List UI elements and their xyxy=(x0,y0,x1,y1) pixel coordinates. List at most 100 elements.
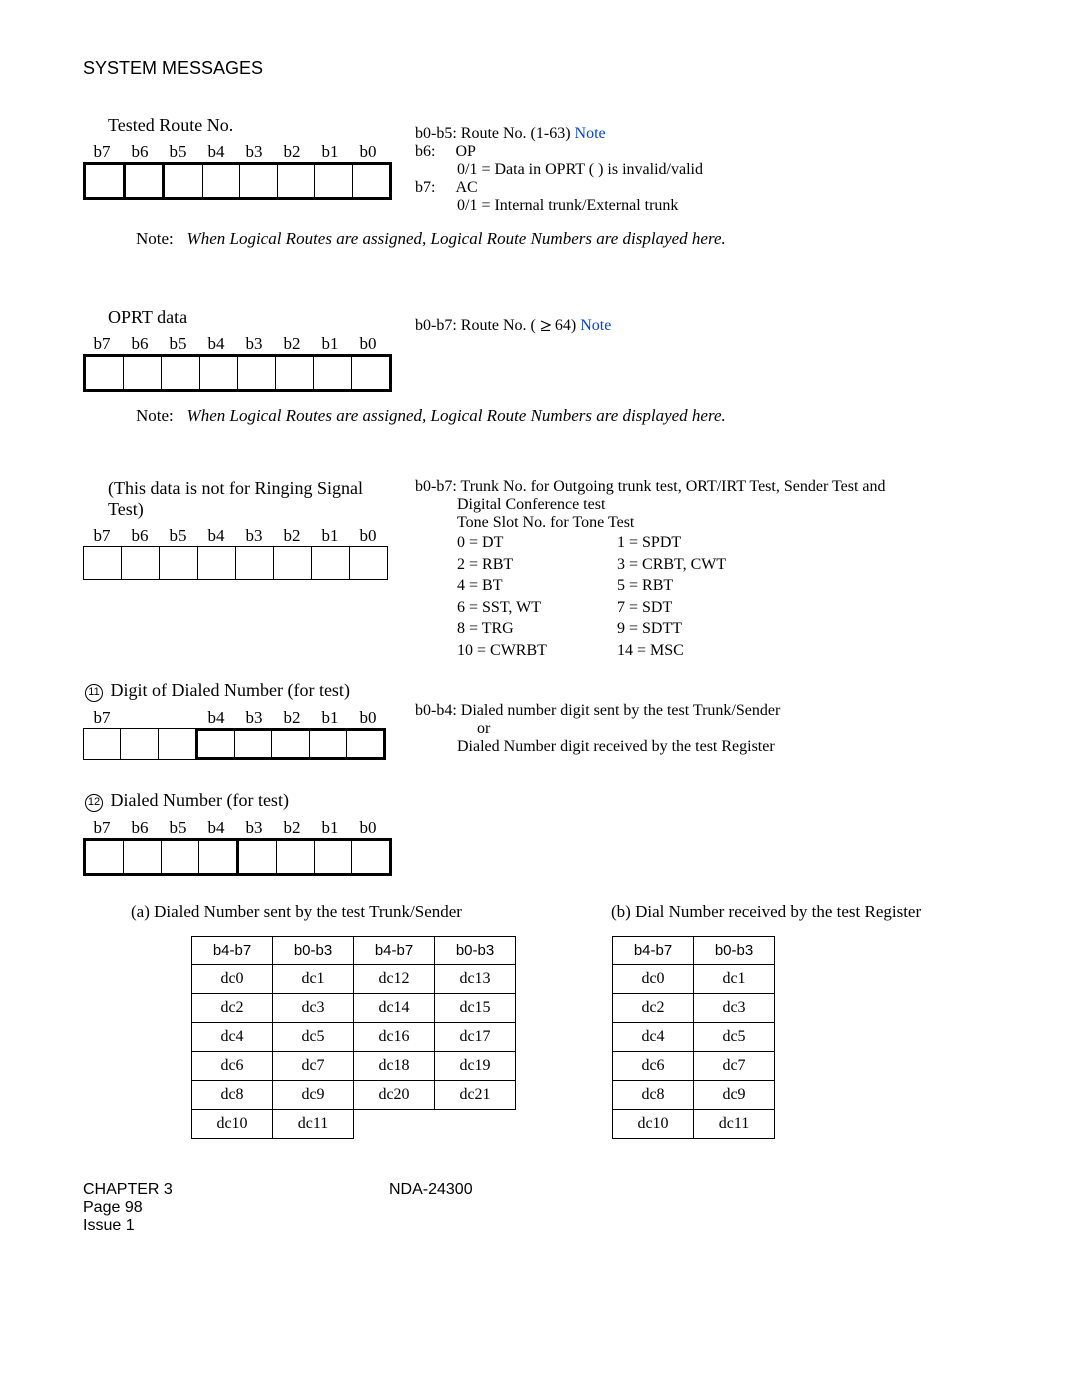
tone-value: 0 = DT xyxy=(457,532,617,554)
table-b: b4-b7 b0-b3 dc0dc1 dc2dc3 dc4dc5 dc6dc7 … xyxy=(612,936,775,1139)
desc-text: Dialed number digit sent by the test Tru… xyxy=(461,702,781,719)
bit-label: b4 xyxy=(197,818,235,838)
desc-text: 64) xyxy=(555,317,576,334)
desc-text: b6: xyxy=(415,143,435,160)
bit-label: b4 xyxy=(197,334,235,354)
tone-value: 10 = CWRBT xyxy=(457,640,617,662)
bit-label: b0 xyxy=(349,526,387,546)
footer-page: Page 98 xyxy=(83,1199,389,1217)
tone-value: 4 = BT xyxy=(457,575,617,597)
table-row: dc10dc11 xyxy=(613,1109,775,1138)
bit-label: b2 xyxy=(273,818,311,838)
bit-label: b4 xyxy=(197,708,235,728)
bit-label: b0 xyxy=(349,142,387,162)
table-a: b4-b7 b0-b3 b4-b7 b0-b3 dc0dc1dc12dc13 d… xyxy=(191,936,516,1139)
bit-label: b7 xyxy=(83,526,121,546)
desc-text: b0-b5: xyxy=(415,125,457,142)
tone-value: 2 = RBT xyxy=(457,554,617,576)
bit-label: b6 xyxy=(121,526,159,546)
desc-text: OP xyxy=(455,143,475,160)
desc-text: b0-b7: xyxy=(415,317,457,334)
bit-label: b1 xyxy=(311,708,349,728)
desc-text: Tone Slot No. for Tone Test xyxy=(457,514,886,532)
desc-text: Route No. ( xyxy=(461,317,536,334)
table-row: dc8dc9 xyxy=(613,1080,775,1109)
table-row: dc10dc11 xyxy=(192,1109,516,1138)
bit-label: b1 xyxy=(311,818,349,838)
bit-label: b3 xyxy=(235,142,273,162)
bit-label: b1 xyxy=(311,142,349,162)
bit-label: b7 xyxy=(83,818,121,838)
bit-label: b7 xyxy=(83,334,121,354)
note-link[interactable]: Note xyxy=(575,125,606,142)
table-row: dc4dc5dc16dc17 xyxy=(192,1022,516,1051)
table-row: dc6dc7 xyxy=(613,1051,775,1080)
table-a-caption: (a) Dialed Number sent by the test Trunk… xyxy=(131,902,611,922)
tone-value: 5 = RBT xyxy=(617,575,777,597)
desc-text: b0-b4: xyxy=(415,702,457,719)
table-row: dc8dc9dc20dc21 xyxy=(192,1080,516,1109)
desc-text: or xyxy=(477,720,780,738)
table-row: dc2dc3dc14dc15 xyxy=(192,993,516,1022)
page-header: SYSTEM MESSAGES xyxy=(83,58,997,79)
tone-value: 14 = MSC xyxy=(617,640,777,662)
table-header: b4-b7 xyxy=(354,936,435,964)
bit-label: b2 xyxy=(273,142,311,162)
table-header: b0-b3 xyxy=(435,936,516,964)
bit-label: b2 xyxy=(273,708,311,728)
sec3-title: (This data is not for Ringing Signal Tes… xyxy=(108,478,388,520)
bit-label: b2 xyxy=(273,526,311,546)
desc-text: Dialed Number digit received by the test… xyxy=(457,738,780,756)
bit-label: b4 xyxy=(197,142,235,162)
sec5-title: Dialed Number (for test) xyxy=(111,790,289,810)
note-label: Note: xyxy=(136,229,174,248)
bit-label: b2 xyxy=(273,334,311,354)
footer-chapter: CHAPTER 3 xyxy=(83,1181,389,1199)
tone-value: 9 = SDTT xyxy=(617,618,777,640)
desc-text: b7: xyxy=(415,179,435,196)
bit-label: b7 xyxy=(83,708,121,728)
ge-icon xyxy=(540,320,551,331)
byte-diagram xyxy=(83,728,386,760)
bit-label: b1 xyxy=(311,334,349,354)
sec4-title: Digit of Dialed Number (for test) xyxy=(111,680,350,700)
bit-label: b5 xyxy=(159,334,197,354)
table-header: b0-b3 xyxy=(273,936,354,964)
byte-diagram xyxy=(83,162,392,200)
tone-value: 8 = TRG xyxy=(457,618,617,640)
tone-value: 1 = SPDT xyxy=(617,532,777,554)
bit-label: b6 xyxy=(121,142,159,162)
bit-label: b3 xyxy=(235,526,273,546)
table-header: b4-b7 xyxy=(192,936,273,964)
bit-label: b6 xyxy=(121,818,159,838)
bit-label: b4 xyxy=(197,526,235,546)
desc-text: Trunk No. for Outgoing trunk test, ORT/I… xyxy=(461,478,886,495)
note-link[interactable]: Note xyxy=(580,317,611,334)
note-label: Note: xyxy=(136,406,174,425)
sec1-title: Tested Route No. xyxy=(108,115,393,136)
desc-text: 0/1 = Internal trunk/External trunk xyxy=(457,197,703,215)
tone-value: 3 = CRBT, CWT xyxy=(617,554,777,576)
bit-label: b5 xyxy=(159,526,197,546)
sec2-title: OPRT data xyxy=(108,307,393,328)
desc-text: AC xyxy=(455,179,477,196)
desc-text: 0/1 = Data in OPRT ( ) is invalid/valid xyxy=(457,161,703,179)
table-row: dc6dc7dc18dc19 xyxy=(192,1051,516,1080)
byte-diagram xyxy=(83,838,392,876)
table-row: dc4dc5 xyxy=(613,1022,775,1051)
note-text: When Logical Routes are assigned, Logica… xyxy=(187,406,726,425)
desc-text: Digital Conference test xyxy=(457,496,886,514)
table-b-caption: (b) Dial Number received by the test Reg… xyxy=(611,902,921,922)
tone-value: 6 = SST, WT xyxy=(457,597,617,619)
tone-value: 7 = SDT xyxy=(617,597,777,619)
byte-diagram xyxy=(83,354,392,392)
footer-doc: NDA-24300 xyxy=(389,1181,473,1235)
table-row: dc2dc3 xyxy=(613,993,775,1022)
bit-label: b5 xyxy=(159,818,197,838)
item-number-icon: 11 xyxy=(85,684,103,702)
footer-issue: Issue 1 xyxy=(83,1217,389,1235)
table-row: dc0dc1dc12dc13 xyxy=(192,964,516,993)
bit-label: b3 xyxy=(235,818,273,838)
bit-label: b3 xyxy=(235,334,273,354)
item-number-icon: 12 xyxy=(85,794,103,812)
